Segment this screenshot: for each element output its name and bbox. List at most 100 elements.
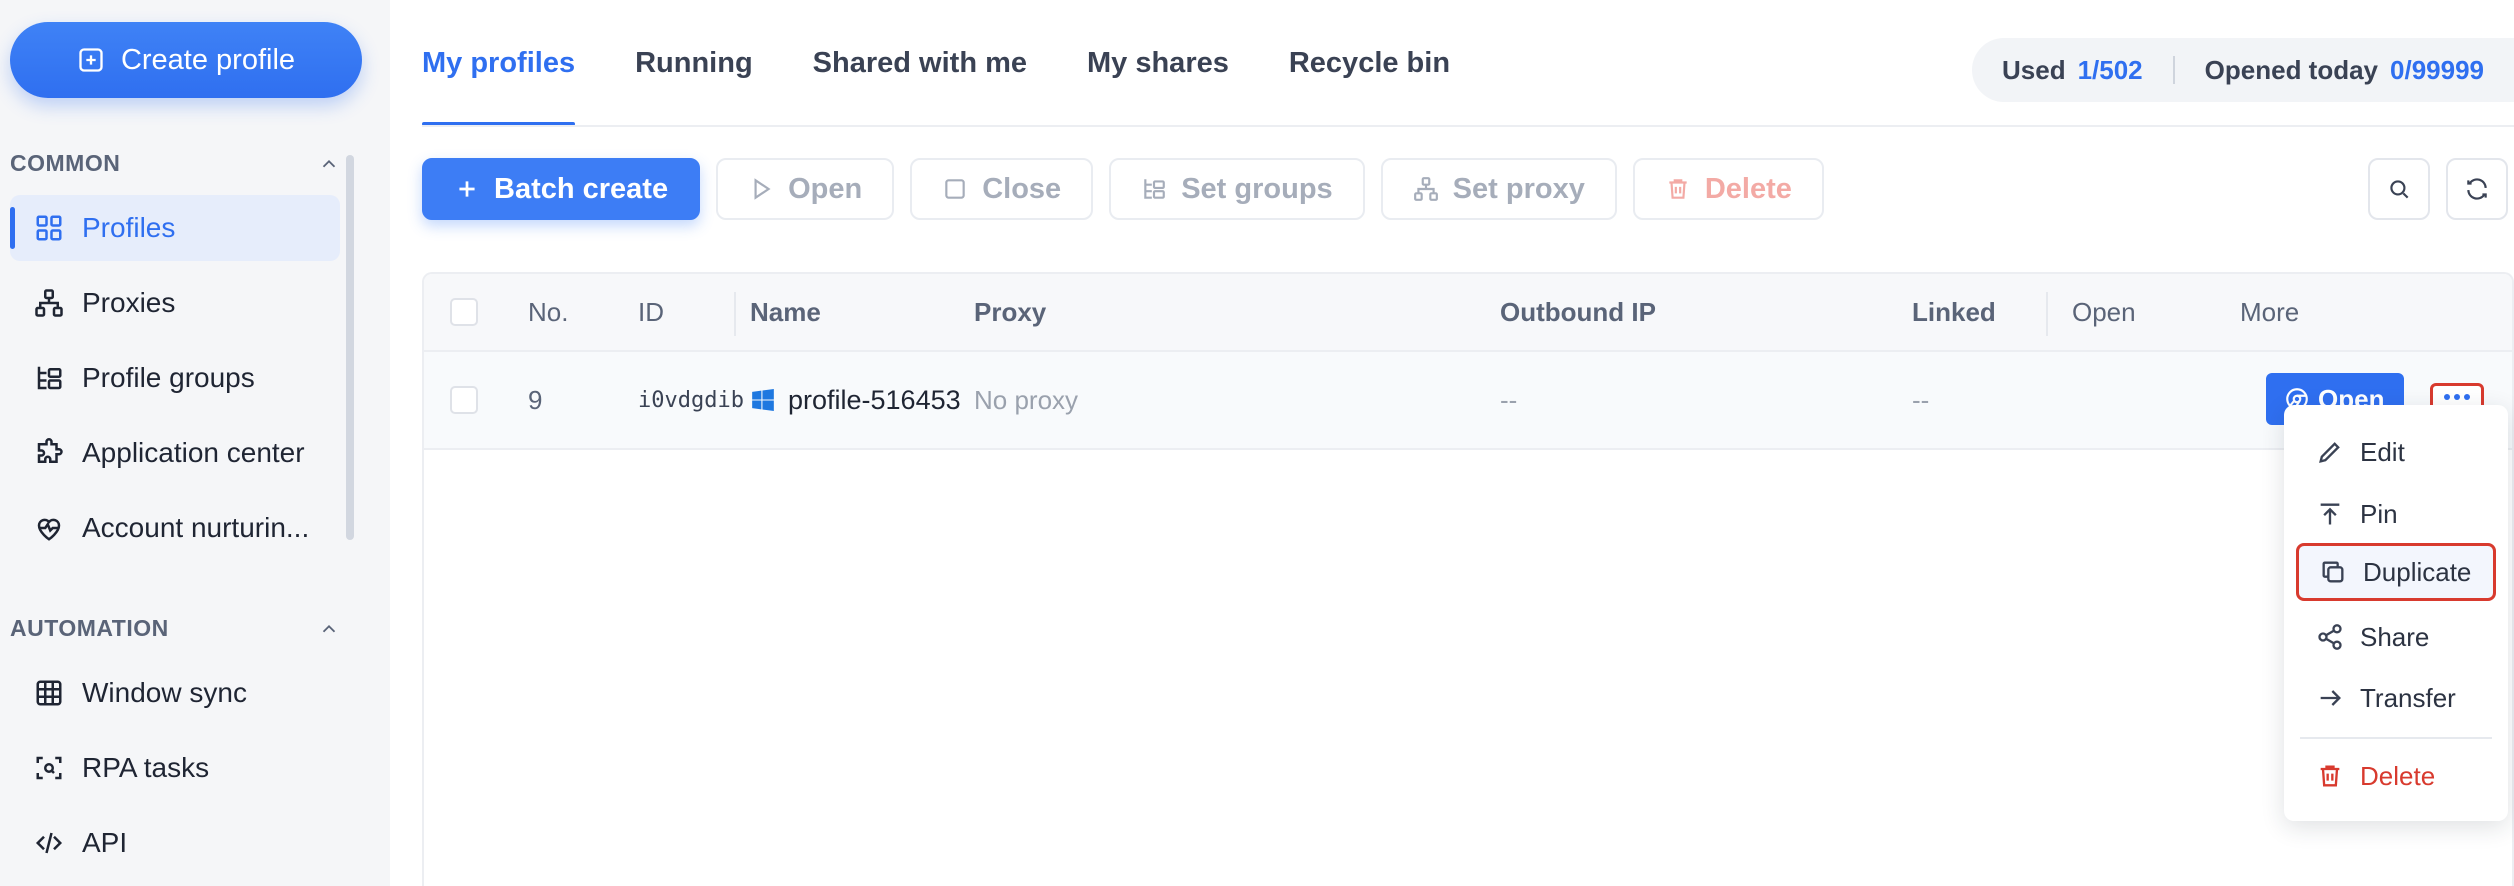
sidebar-item-label: Profile groups (82, 362, 255, 393)
create-profile-label: Create profile (120, 43, 296, 76)
tab-running[interactable]: Running (635, 0, 753, 126)
row-id[interactable]: i0vdgdib (638, 352, 744, 448)
menu-item-duplicate[interactable]: Duplicate (2296, 543, 2496, 601)
opened-today-value: 0/99999 (2390, 54, 2484, 85)
sidebar-item-label: Window sync (82, 677, 247, 708)
used-label: Used (2002, 54, 2066, 85)
set-groups-button[interactable]: Set groups (1109, 158, 1365, 220)
opened-today-label: Opened today (2204, 54, 2379, 85)
search-button[interactable] (2368, 158, 2430, 220)
sidebar-item-window-sync[interactable]: Window sync (10, 660, 340, 726)
tab-my-profiles[interactable]: My profiles (422, 0, 576, 126)
section-automation-header[interactable]: AUTOMATION (10, 615, 340, 642)
table-row[interactable]: 9 i0vdgdib profile-516453 No proxy -- -- (424, 352, 2512, 450)
profiles-table: No. ID Name Proxy Outbound IP Linked Ope… (422, 272, 2514, 886)
menu-item-delete[interactable]: Delete (2296, 747, 2496, 805)
batch-create-label: Batch create (494, 172, 669, 205)
menu-item-share[interactable]: Share (2296, 608, 2496, 666)
tab-my-shares[interactable]: My shares (1087, 0, 1229, 126)
code-icon (35, 832, 63, 854)
network-icon (35, 289, 63, 317)
col-open: Open (2072, 296, 2136, 327)
sidebar-item-application-center[interactable]: Application center (10, 420, 340, 486)
col-no[interactable]: No. (528, 274, 568, 350)
sidebar-item-profiles[interactable]: Profiles (10, 195, 340, 261)
delete-label: Delete (1704, 172, 1792, 205)
usage-counter: Used 1/502 Opened today 0/99999 (1972, 38, 2514, 102)
row-name[interactable]: profile-516453 (788, 385, 961, 416)
pin-top-icon (2320, 503, 2340, 525)
row-checkbox[interactable] (450, 386, 478, 414)
more-dot (2454, 394, 2460, 400)
refresh-icon (2467, 178, 2487, 200)
select-all-cell (450, 274, 478, 350)
set-proxy-label: Set proxy (1452, 172, 1585, 205)
sidebar-item-rpa-tasks[interactable]: RPA tasks (10, 735, 340, 801)
play-icon (754, 178, 771, 200)
sidebar-item-account-nurturing[interactable]: Account nurturin... (10, 495, 340, 561)
batch-create-button[interactable]: Batch create (422, 158, 701, 220)
plus-icon (459, 181, 475, 197)
column-divider[interactable] (734, 292, 736, 336)
window-grid-icon (36, 680, 62, 706)
delete-button[interactable]: Delete (1632, 158, 1824, 220)
close-button[interactable]: Close (910, 158, 1094, 220)
section-common-title: COMMON (10, 150, 121, 176)
sidebar-item-label: API (82, 827, 128, 858)
sidebar: Create profile COMMON Profiles Proxies P… (0, 0, 390, 886)
heart-pulse-icon (37, 518, 61, 541)
section-common-header[interactable]: COMMON (10, 150, 340, 177)
pencil-icon (2319, 442, 2340, 463)
sidebar-item-api[interactable]: API (10, 810, 340, 876)
select-all-checkbox[interactable] (450, 298, 478, 326)
tab-recycle-bin[interactable]: Recycle bin (1289, 0, 1450, 126)
windows-icon (752, 388, 774, 412)
sidebar-item-label: RPA tasks (82, 752, 210, 783)
close-label: Close (982, 172, 1062, 205)
trash-icon (2320, 765, 2340, 787)
row-name-cell: profile-516453 (750, 352, 961, 448)
menu-item-label: Share (2360, 621, 2430, 652)
row-outbound-ip: -- (1500, 384, 1518, 415)
menu-item-label: Pin (2360, 498, 2398, 529)
usage-separator (2172, 56, 2175, 84)
sidebar-item-label: Application center (82, 437, 305, 468)
square-icon (945, 179, 965, 199)
copy-icon (2322, 561, 2344, 583)
col-linked[interactable]: Linked (1912, 274, 1996, 350)
sidebar-item-profile-groups[interactable]: Profile groups (10, 345, 340, 411)
refresh-button[interactable] (2446, 158, 2508, 220)
menu-item-label: Delete (2360, 760, 2436, 791)
menu-item-pin[interactable]: Pin (2296, 485, 2496, 543)
open-button[interactable]: Open (716, 158, 895, 220)
create-profile-button[interactable]: Create profile (10, 22, 362, 98)
more-dropdown-menu: Edit Pin Duplicate Share Transfer Delete (2284, 405, 2508, 821)
network-icon (1413, 177, 1438, 201)
share-icon (2318, 624, 2342, 650)
toolbar: Batch create Open Close Set groups Set p… (422, 158, 1824, 220)
tab-shared-with-me[interactable]: Shared with me (813, 0, 1027, 126)
row-linked: -- (1912, 384, 1930, 415)
sidebar-scrollbar[interactable] (346, 155, 354, 540)
menu-item-transfer[interactable]: Transfer (2296, 669, 2496, 727)
used-value: 1/502 (2077, 54, 2143, 85)
chevron-up-icon (322, 159, 336, 167)
trash-icon (1669, 179, 1687, 199)
scan-icon (36, 756, 62, 780)
set-proxy-button[interactable]: Set proxy (1380, 158, 1617, 220)
puzzle-icon (37, 438, 63, 463)
column-divider[interactable] (2046, 292, 2048, 336)
table-header: No. ID Name Proxy Outbound IP Linked Ope… (424, 274, 2512, 352)
open-label: Open (788, 172, 863, 205)
menu-item-edit[interactable]: Edit (2296, 423, 2496, 481)
col-proxy[interactable]: Proxy (974, 274, 1046, 350)
col-outbound-ip[interactable]: Outbound IP (1500, 274, 1656, 350)
col-name[interactable]: Name (750, 274, 821, 350)
more-dot (2464, 394, 2470, 400)
tab-bar: My profiles Running Shared with me My sh… (422, 0, 1450, 126)
row-proxy: No proxy (974, 384, 1079, 415)
sidebar-item-proxies[interactable]: Proxies (10, 270, 340, 336)
groups-icon (1144, 179, 1166, 199)
sidebar-item-label: Proxies (82, 287, 176, 318)
col-id[interactable]: ID (638, 274, 664, 350)
